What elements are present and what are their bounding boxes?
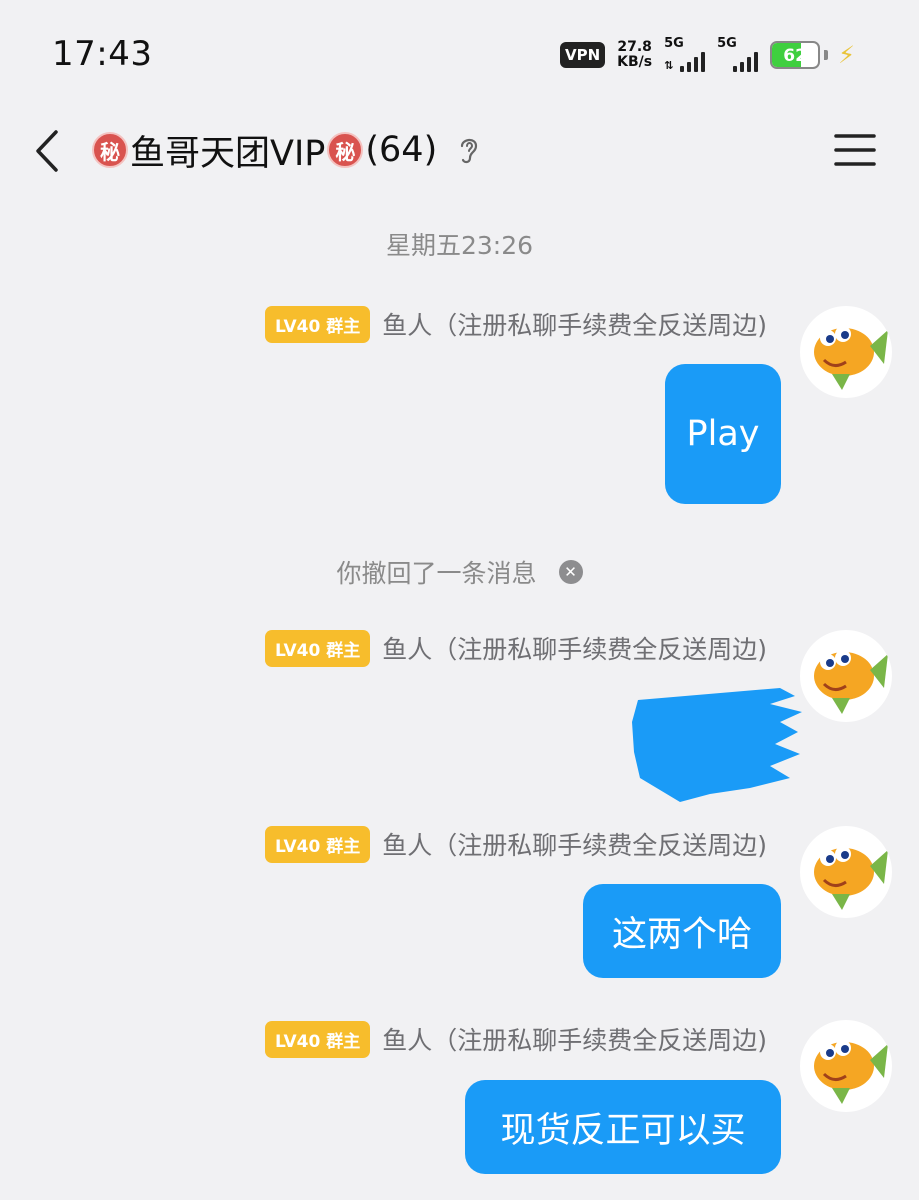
battery-percent: 62: [783, 46, 807, 66]
message-bubble[interactable]: 这两个哈: [583, 884, 781, 978]
close-icon[interactable]: ✕: [558, 560, 583, 584]
battery-tip: [824, 50, 829, 60]
sim1-gen-label: 5G: [664, 36, 684, 51]
network-speed-unit: KB/s: [617, 54, 653, 70]
data-arrows-icon: ⇅: [664, 59, 674, 72]
sim1-signal-icon: 5G ⇅: [664, 36, 706, 72]
avatar[interactable]: [800, 1020, 892, 1112]
level-badge: LV40 群主: [265, 825, 371, 863]
recall-text: 你撤回了一条消息: [336, 559, 537, 588]
avatar[interactable]: [800, 826, 892, 918]
status-icons: VPN 27.8 KB/s 5G ⇅ 5G 62 ⚡: [560, 36, 855, 72]
sender-name[interactable]: 鱼人（注册私聊手续费全反送周边): [382, 826, 767, 862]
network-speed: 27.8 KB/s: [617, 40, 652, 70]
sender-name[interactable]: 鱼人（注册私聊手续费全反送周边): [382, 630, 767, 666]
fish-avatar-icon: [814, 1040, 888, 1104]
sender-name[interactable]: 鱼人（注册私聊手续费全反送周边): [382, 1021, 767, 1057]
message-header: LV40 群主 鱼人（注册私聊手续费全反送周边): [265, 305, 767, 343]
redacted-scribble: [632, 688, 802, 802]
menu-icon[interactable]: [834, 132, 876, 168]
avatar[interactable]: [800, 306, 892, 398]
chat-timestamp: 星期五23:26: [385, 231, 534, 260]
fish-avatar-icon: [814, 650, 888, 714]
fish-avatar-icon: [814, 326, 888, 390]
avatar[interactable]: [800, 630, 892, 722]
level-badge: LV40 群主: [265, 629, 371, 667]
charging-bolt-icon: ⚡: [838, 41, 855, 69]
ear-icon: [461, 138, 478, 164]
network-speed-value: 27.8: [617, 39, 652, 55]
recall-note: 你撤回了一条消息 ✕: [0, 554, 919, 590]
member-count: (64): [365, 130, 438, 170]
status-bar: 17:43 VPN 27.8 KB/s 5G ⇅ 5G 62 ⚡: [0, 0, 919, 105]
message-bubble[interactable]: Play: [665, 364, 781, 504]
chat-title-bar: 秘 鱼哥天团VIP 秘 (64): [0, 110, 919, 190]
chat-title[interactable]: 秘 鱼哥天团VIP 秘 (64): [92, 124, 481, 176]
secret-badge-icon: 秘: [92, 132, 128, 168]
message-header: LV40 群主 鱼人（注册私聊手续费全反送周边): [265, 1020, 767, 1058]
vpn-icon: VPN: [560, 42, 606, 68]
message-bubble[interactable]: 现货反正可以买: [465, 1080, 781, 1174]
sim2-gen-label: 5G: [717, 36, 737, 51]
status-time: 17:43: [52, 34, 153, 74]
message-header: LV40 群主 鱼人（注册私聊手续费全反送周边): [265, 629, 767, 667]
message-header: LV40 群主 鱼人（注册私聊手续费全反送周边): [265, 825, 767, 863]
sender-name[interactable]: 鱼人（注册私聊手续费全反送周边): [382, 306, 767, 342]
back-arrow-icon[interactable]: [28, 126, 68, 176]
group-name: 鱼哥天团VIP: [130, 133, 326, 174]
battery-icon: 62: [770, 41, 821, 69]
level-badge: LV40 群主: [265, 305, 371, 343]
fish-avatar-icon: [814, 846, 888, 910]
level-badge: LV40 群主: [265, 1020, 371, 1058]
secret-badge-icon: 秘: [327, 132, 364, 168]
sim2-signal-icon: 5G: [717, 36, 759, 72]
